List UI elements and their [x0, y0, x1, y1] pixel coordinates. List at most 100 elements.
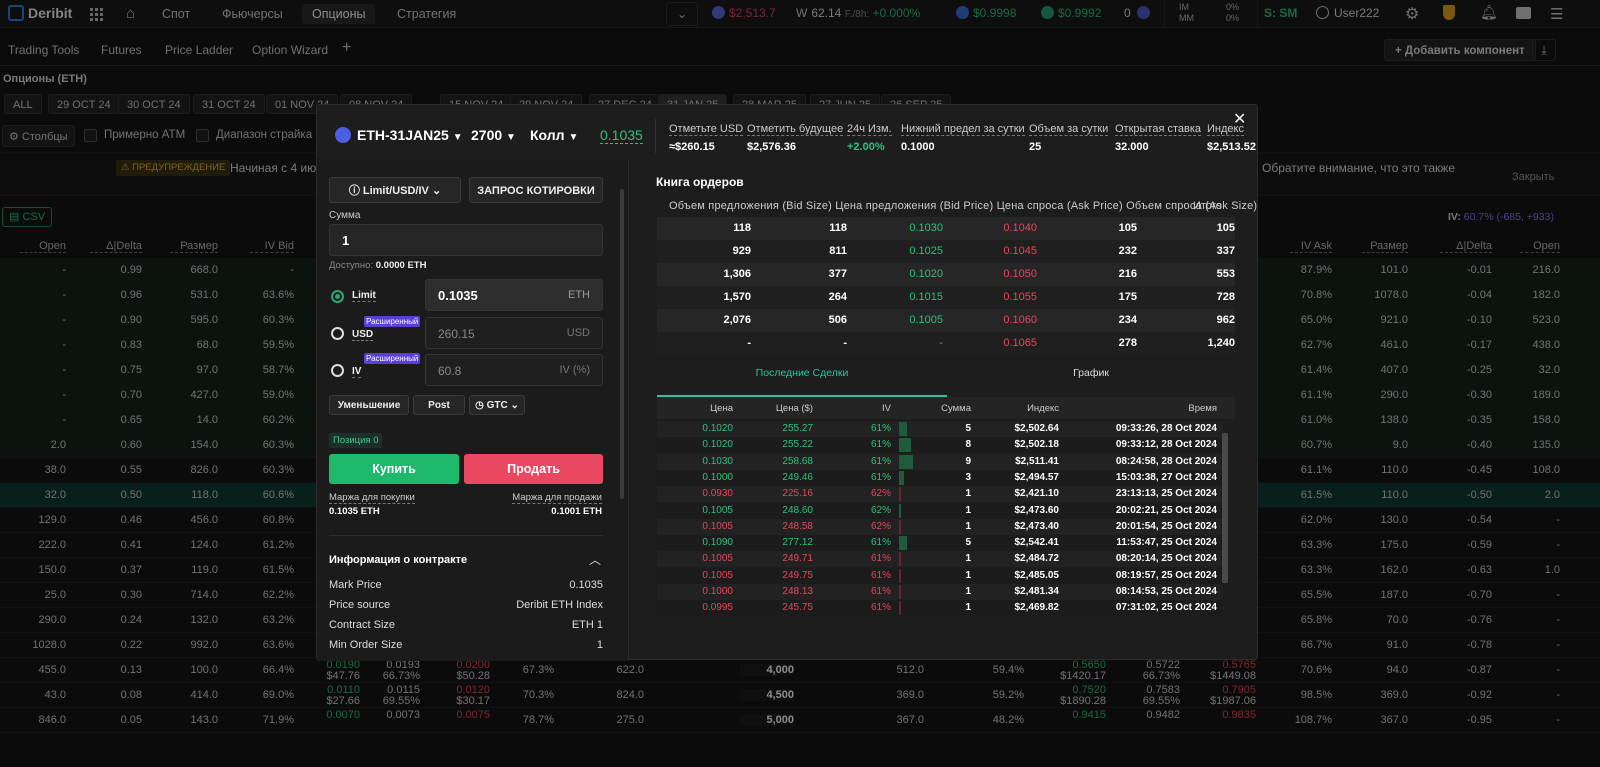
scrollbar[interactable]	[620, 189, 624, 499]
trade-index: $2,484.72	[1014, 553, 1060, 565]
close-icon[interactable]: ✕	[1233, 109, 1246, 129]
header-stat: Индекс $2,513.52	[1207, 123, 1256, 153]
orderbook-cell: 728	[1216, 291, 1235, 303]
orderbook-cell: 278	[1118, 337, 1137, 349]
trade-index: $2,542.41	[1014, 537, 1060, 549]
buy-margin-value: 0.1035 ETH	[329, 506, 380, 517]
order-type-select[interactable]: ⓘ Limit/USD/IV ⌄	[329, 177, 461, 203]
order-modal: ETH-31JAN25 ▼ 2700 ▼ Колл ▼ 0.1035 Отмет…	[316, 104, 1258, 661]
stat-label: Открытая ставка	[1115, 123, 1202, 136]
orderbook-row[interactable]: - - - 0.1065 278 1,240	[657, 332, 1235, 355]
trade-time: 07:31:02, 25 Oct 2024	[1115, 602, 1217, 614]
orderbook-row[interactable]: 929 811 0.1025 0.1045 232 337	[657, 240, 1235, 263]
clock-icon: ◷	[475, 400, 487, 411]
orderbook-cell: 0.1015	[909, 291, 943, 303]
trade-iv: 61%	[870, 423, 891, 434]
trade-index: $2,421.10	[1014, 488, 1060, 500]
info-label: Price source	[329, 599, 391, 611]
info-value: 1	[596, 639, 603, 651]
sell-button[interactable]: Продать	[464, 454, 603, 484]
usd-price-input[interactable]: 260.15 USD	[425, 317, 603, 349]
orderbook-row[interactable]: 1,570 264 0.1015 0.1055 175 728	[657, 286, 1235, 309]
orderbook-cell: -	[747, 337, 751, 349]
trade-index: $2,469.82	[1014, 602, 1060, 614]
stat-value: 32.000	[1115, 141, 1149, 153]
orderbook-cell: -	[939, 337, 943, 349]
stat-label: Нижний предел за сутки	[901, 123, 1025, 136]
trades-header: Цена Цена ($) IV Сумма Индекс Время	[657, 397, 1235, 419]
trades-scrollbar[interactable]	[1222, 433, 1228, 583]
header-stat: Открытая ставка 32.000	[1115, 123, 1202, 153]
orderbook-cell: 118	[733, 222, 751, 234]
tab-recent-trades[interactable]: Последние Сделки	[657, 367, 947, 379]
header-stat: Нижний предел за сутки 0.1000	[901, 123, 1025, 153]
trade-iv: 61%	[870, 553, 891, 565]
orderbook-cell: 1,570	[723, 291, 751, 303]
iv-input[interactable]: 60.8 IV (%)	[425, 354, 603, 386]
trade-amount: 9	[965, 455, 971, 467]
trade-row: 0.1000 249.46 61% 3 $2,494.57 15:03:38, 27 Oc…	[657, 469, 1223, 486]
limit-radio[interactable]	[331, 290, 344, 303]
trade-amount: 1	[965, 569, 971, 581]
gtc-select[interactable]: ◷ GTC ⌄	[469, 395, 525, 415]
contract-info-row: Mark Price 0.1035	[329, 579, 603, 591]
trade-usd: 248.60	[782, 504, 813, 516]
advanced-badge-usd: Расширенный	[364, 316, 421, 327]
order-form: ⓘ Limit/USD/IV ⌄ ЗАПРОС КОТИРОВКИ Сумма …	[317, 159, 629, 661]
trade-price: 0.0930	[702, 488, 733, 500]
trade-amount: 1	[965, 586, 971, 597]
trade-price: 0.1000	[702, 471, 733, 483]
stat-value: $2,513.52	[1207, 141, 1256, 153]
instrument-select[interactable]: ETH-31JAN25 ▼	[357, 127, 463, 143]
iv-radio[interactable]	[331, 364, 344, 377]
trade-usd: 245.75	[782, 602, 813, 614]
stat-value: 0.1000	[901, 141, 935, 153]
trade-time: 20:01:54, 25 Oct 2024	[1115, 520, 1217, 532]
post-only-button[interactable]: Post	[413, 395, 465, 415]
trade-usd: 249.71	[782, 553, 813, 565]
trade-size-bar	[899, 601, 901, 616]
trade-iv: 61%	[870, 439, 891, 451]
orderbook-cell: 0.1045	[1003, 245, 1037, 257]
trade-amount: 1	[965, 520, 971, 532]
iv-label: IV	[352, 366, 362, 378]
trade-iv: 62%	[870, 520, 891, 532]
orderbook-cell: 118	[829, 222, 847, 234]
orderbook-cell: 0.1020	[909, 268, 943, 280]
tab-chart[interactable]: График	[947, 367, 1235, 379]
trade-price: 0.0995	[702, 602, 733, 614]
orderbook-row[interactable]: 118 118 0.1030 0.1040 105 105	[657, 217, 1235, 240]
orderbook-cell: 264	[828, 291, 847, 303]
trade-row: 0.1090 277.12 61% 5 $2,542.41 11:53:47, 25 Oc…	[657, 535, 1223, 552]
usd-radio[interactable]	[331, 327, 344, 340]
type-select[interactable]: Колл ▼	[530, 127, 578, 143]
chevron-up-icon[interactable]: ︿	[589, 551, 601, 568]
position-badge: Позиция 0	[329, 433, 383, 448]
trade-amount: 1	[965, 602, 971, 614]
buy-button[interactable]: Купить	[329, 454, 459, 484]
strike-select[interactable]: 2700 ▼	[471, 127, 516, 143]
trade-amount: 3	[965, 471, 971, 483]
trade-usd: 248.58	[782, 520, 813, 532]
available-balance: Доступно: 0.0000 ETH	[329, 260, 427, 271]
trade-index: $2,481.34	[1014, 586, 1060, 597]
trade-row: 0.1020 255.27 61% 5 $2,502.64 09:33:26, 28 Oc…	[657, 421, 1223, 437]
trade-time: 08:20:14, 25 Oct 2024	[1115, 553, 1217, 565]
trade-row: 0.0995 245.75 61% 1 $2,469.82 07:31:02, 25 Oc…	[657, 600, 1223, 617]
info-label: Min Order Size	[329, 639, 403, 651]
reduce-only-button[interactable]: Уменьшение	[329, 395, 409, 415]
trade-index: $2,511.41	[1015, 455, 1059, 467]
request-quote-button[interactable]: ЗАПРОС КОТИРОВКИ	[469, 177, 603, 203]
contract-info-title[interactable]: Информация о контракте	[329, 554, 467, 566]
limit-price-input[interactable]: 0.1035 ETH	[425, 279, 603, 311]
trade-size-bar	[899, 454, 913, 469]
orderbook-row[interactable]: 1,306 377 0.1020 0.1050 216 553	[657, 263, 1235, 286]
trade-row: 0.1005 248.60 62% 1 $2,473.60 20:02:21, 25 Oc…	[657, 502, 1223, 519]
amount-input[interactable]: 1	[329, 224, 603, 256]
orderbook-row[interactable]: 2,076 506 0.1005 0.1060 234 962	[657, 309, 1235, 332]
header-stat: 24ч Изм. +2.00%	[847, 123, 892, 153]
trade-time: 09:33:26, 28 Oct 2024	[1115, 423, 1217, 434]
stat-value: 25	[1029, 141, 1042, 153]
orderbook-cell: 1,306	[723, 268, 751, 280]
limit-label: Limit	[352, 290, 376, 302]
